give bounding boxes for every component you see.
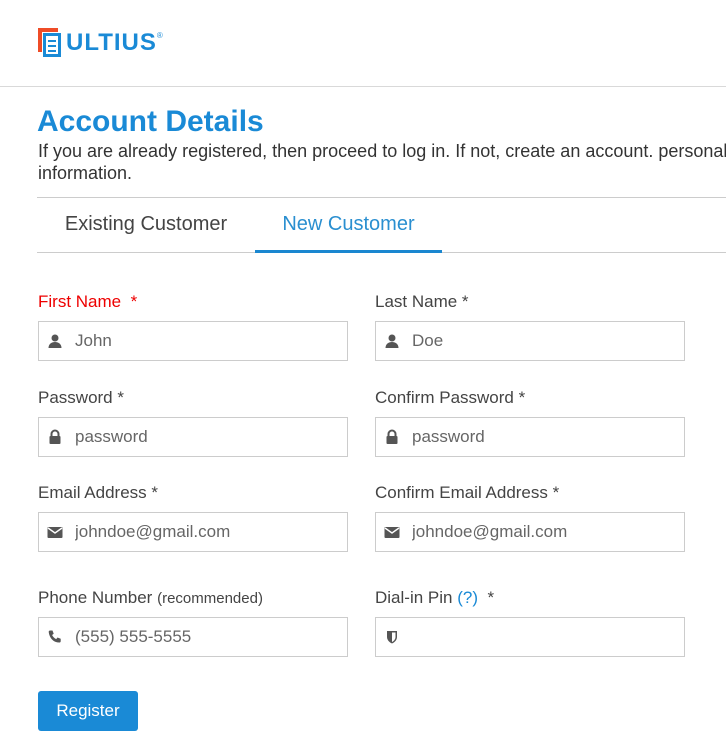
last-name-input[interactable]	[412, 322, 678, 360]
page-intro: If you are already registered, then proc…	[38, 141, 726, 183]
last-name-label: Last Name *	[375, 292, 469, 311]
tab-new-customer[interactable]: New Customer	[255, 198, 442, 253]
phone-input[interactable]	[75, 618, 341, 656]
email-input[interactable]	[75, 513, 341, 551]
logo-registered-mark: ®	[156, 30, 163, 40]
phone-label: Phone Number (recommended)	[38, 588, 263, 607]
password-input[interactable]	[75, 418, 341, 456]
dial-in-pin-help-link[interactable]: (?)	[457, 588, 478, 607]
email-field: Email Address *	[38, 482, 348, 552]
dial-in-pin-input[interactable]	[412, 618, 678, 656]
ultius-logo[interactable]: ULTIUS ®	[38, 27, 163, 59]
phone-field: Phone Number (recommended)	[38, 587, 348, 657]
dial-in-pin-field: Dial-in Pin (?) *	[375, 587, 685, 657]
page-title: Account Details	[37, 105, 264, 138]
user-icon	[385, 334, 399, 348]
customer-tabs: Existing Customer New Customer	[37, 197, 726, 253]
lock-icon	[386, 429, 398, 444]
required-mark: *	[130, 292, 138, 311]
last-name-field: Last Name *	[375, 291, 685, 361]
shield-icon	[387, 631, 397, 644]
first-name-input[interactable]	[75, 322, 341, 360]
user-icon	[48, 334, 62, 348]
site-header: ULTIUS ®	[0, 0, 726, 87]
first-name-field: First Name *	[38, 291, 348, 361]
confirm-password-field: Confirm Password *	[375, 387, 685, 457]
confirm-email-field: Confirm Email Address *	[375, 482, 685, 552]
logo-text: ULTIUS	[66, 29, 157, 56]
confirm-password-label: Confirm Password *	[375, 388, 526, 407]
confirm-email-label: Confirm Email Address *	[375, 483, 560, 502]
password-field: Password *	[38, 387, 348, 457]
tab-existing-customer[interactable]: Existing Customer	[37, 198, 255, 252]
envelope-icon	[384, 527, 400, 538]
password-label: Password *	[38, 388, 124, 407]
phone-icon	[48, 630, 61, 643]
required-mark: *	[487, 588, 495, 607]
register-button[interactable]: Register	[38, 691, 138, 731]
email-label: Email Address *	[38, 483, 158, 502]
dial-in-pin-label: Dial-in Pin (?) *	[375, 588, 495, 607]
confirm-email-input[interactable]	[412, 513, 678, 551]
logo-book-icon	[38, 28, 64, 58]
confirm-password-input[interactable]	[412, 418, 678, 456]
envelope-icon	[47, 527, 63, 538]
first-name-label: First Name *	[38, 292, 138, 311]
phone-label-note: (recommended)	[157, 590, 263, 607]
lock-icon	[49, 429, 61, 444]
